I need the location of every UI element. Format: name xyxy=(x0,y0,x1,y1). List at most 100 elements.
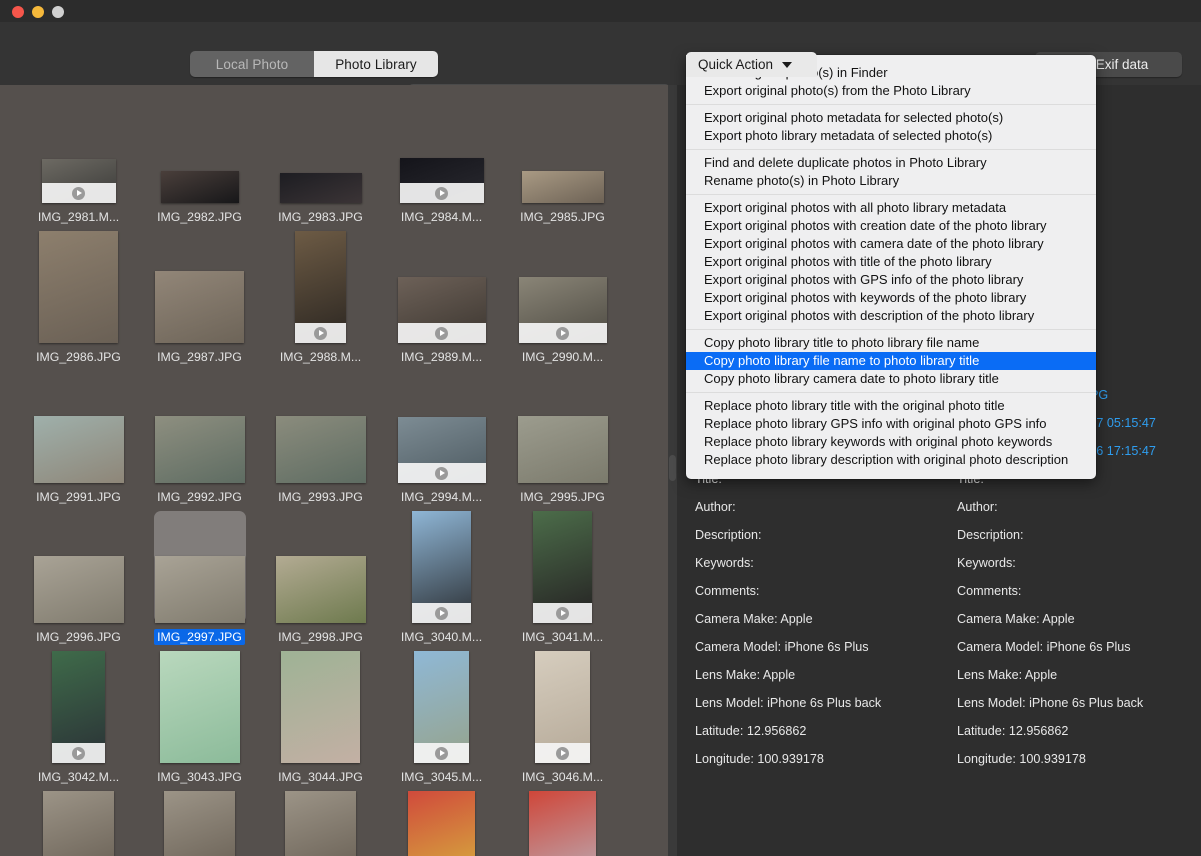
video-badge xyxy=(397,463,486,483)
photo-cell[interactable]: IMG_2982.JPG xyxy=(139,85,260,225)
photo-thumbnail[interactable] xyxy=(408,791,475,856)
video-badge xyxy=(52,743,105,763)
menu-item[interactable]: Export original photos with description … xyxy=(686,307,1096,325)
menu-item[interactable]: Export original photos with keywords of … xyxy=(686,289,1096,307)
photo-cell[interactable]: IMG_3043.JPG xyxy=(139,645,260,785)
photo-cell[interactable]: IMG_2998.JPG xyxy=(260,505,381,645)
photo-thumbnail[interactable] xyxy=(160,171,239,203)
photo-thumbnail-wrapper xyxy=(517,231,609,343)
pane-splitter[interactable] xyxy=(668,85,677,856)
photo-cell[interactable]: IMG_3051.JPG xyxy=(502,785,623,856)
photo-cell[interactable]: IMG_2983.JPG xyxy=(260,85,381,225)
menu-item[interactable]: Export original photos with GPS info of … xyxy=(686,271,1096,289)
photo-thumbnail[interactable] xyxy=(164,791,235,856)
menu-item[interactable]: Replace photo library keywords with orig… xyxy=(686,433,1096,451)
metadata-row: Camera Model: iPhone 6s Plus xyxy=(957,640,1131,654)
photo-cell[interactable]: IMG_2988.M... xyxy=(260,225,381,365)
photo-thumbnail[interactable] xyxy=(518,277,607,343)
photo-cell[interactable]: IMG_3046.M... xyxy=(502,645,623,785)
photo-thumbnail[interactable] xyxy=(275,556,366,623)
photo-thumbnail[interactable] xyxy=(397,277,486,343)
menu-item[interactable]: Replace photo library title with the ori… xyxy=(686,397,1096,415)
photo-cell[interactable]: IMG_3040.M... xyxy=(381,505,502,645)
photo-thumbnail[interactable] xyxy=(521,171,604,203)
photo-cell[interactable]: IMG_3049.JPG xyxy=(260,785,381,856)
quick-action-menu[interactable]: Show original photo(s) in FinderExport o… xyxy=(686,55,1096,479)
photo-filename-label: IMG_2998.JPG xyxy=(278,630,363,644)
photo-thumbnail[interactable] xyxy=(43,791,114,856)
photo-cell[interactable]: IMG_2990.M... xyxy=(502,225,623,365)
quick-action-button[interactable]: Quick Action xyxy=(686,52,817,77)
photo-thumbnail-wrapper xyxy=(275,791,367,856)
photo-cell[interactable]: IMG_3041.M... xyxy=(502,505,623,645)
photo-cell[interactable]: IMG_3044.JPG xyxy=(260,645,381,785)
photo-thumbnail[interactable] xyxy=(159,651,240,763)
photo-cell[interactable]: IMG_2984.M... xyxy=(381,85,502,225)
maximize-window-button[interactable] xyxy=(52,6,64,18)
photo-thumbnail[interactable] xyxy=(535,651,590,763)
photo-grid-pane[interactable]: IMG_2981.M... IMG_2982.JPG IMG_2983.JPG IMG… xyxy=(0,85,668,856)
photo-cell[interactable]: IMG_2995.JPG xyxy=(502,365,623,505)
photo-thumbnail[interactable] xyxy=(412,511,471,623)
photo-cell[interactable]: IMG_2987.JPG xyxy=(139,225,260,365)
photo-thumbnail-wrapper xyxy=(275,231,367,343)
menu-item[interactable]: Copy photo library file name to photo li… xyxy=(686,352,1096,370)
photo-cell-selected[interactable]: IMG_2997.JPG xyxy=(139,505,260,645)
photo-cell[interactable]: IMG_3048.JPG xyxy=(139,785,260,856)
photo-thumbnail[interactable] xyxy=(399,158,484,203)
menu-item[interactable]: Export original photos with camera date … xyxy=(686,235,1096,253)
menu-item[interactable]: Export original photos with title of the… xyxy=(686,253,1096,271)
photo-cell[interactable]: IMG_3047.JPG xyxy=(18,785,139,856)
photo-cell[interactable]: IMG_3050.JPG xyxy=(381,785,502,856)
photo-thumbnail[interactable] xyxy=(285,791,356,856)
menu-item[interactable]: Replace photo library GPS info with orig… xyxy=(686,415,1096,433)
photo-cell[interactable]: IMG_2986.JPG xyxy=(18,225,139,365)
photo-cell[interactable]: IMG_2989.M... xyxy=(381,225,502,365)
menu-item[interactable]: Rename photo(s) in Photo Library xyxy=(686,172,1096,190)
menu-item[interactable]: Export original photo metadata for selec… xyxy=(686,109,1096,127)
photo-filename-label: IMG_2993.JPG xyxy=(278,490,363,504)
photo-thumbnail[interactable] xyxy=(529,791,596,856)
menu-item[interactable]: Replace photo library description with o… xyxy=(686,451,1096,469)
photo-thumbnail[interactable] xyxy=(397,417,486,483)
tab-local-photo[interactable]: Local Photo xyxy=(190,51,314,77)
photo-thumbnail[interactable] xyxy=(155,271,244,343)
photo-thumbnail[interactable] xyxy=(33,416,124,483)
menu-item[interactable]: Export original photos with all photo li… xyxy=(686,199,1096,217)
photo-cell[interactable]: IMG_2991.JPG xyxy=(18,365,139,505)
photo-filename-label: IMG_2988.M... xyxy=(279,350,362,364)
menu-item[interactable]: Find and delete duplicate photos in Phot… xyxy=(686,154,1096,172)
menu-item[interactable]: Copy photo library title to photo librar… xyxy=(686,334,1096,352)
photo-cell[interactable]: IMG_2993.JPG xyxy=(260,365,381,505)
menu-item[interactable]: Copy photo library camera date to photo … xyxy=(686,370,1096,388)
source-segmented-control[interactable]: Local Photo Photo Library xyxy=(190,51,438,77)
photo-cell[interactable]: IMG_2981.M... xyxy=(18,85,139,225)
photo-cell[interactable]: IMG_2985.JPG xyxy=(502,85,623,225)
photo-cell[interactable]: IMG_3045.M... xyxy=(381,645,502,785)
photo-cell[interactable]: IMG_2992.JPG xyxy=(139,365,260,505)
photo-cell[interactable]: IMG_2994.M... xyxy=(381,365,502,505)
photo-thumbnail[interactable] xyxy=(154,556,245,623)
photo-thumbnail[interactable] xyxy=(154,416,245,483)
photo-thumbnail[interactable] xyxy=(279,173,362,203)
photo-cell[interactable]: IMG_2996.JPG xyxy=(18,505,139,645)
photo-cell[interactable]: IMG_3042.M... xyxy=(18,645,139,785)
photo-thumbnail[interactable] xyxy=(33,556,124,623)
photo-thumbnail[interactable] xyxy=(52,651,105,763)
photo-thumbnail-wrapper xyxy=(396,791,488,856)
splitter-handle[interactable] xyxy=(669,455,676,481)
menu-item[interactable]: Export photo library metadata of selecte… xyxy=(686,127,1096,145)
photo-thumbnail[interactable] xyxy=(295,231,346,343)
photo-thumbnail[interactable] xyxy=(39,231,118,343)
close-window-button[interactable] xyxy=(12,6,24,18)
menu-item[interactable]: Export original photos with creation dat… xyxy=(686,217,1096,235)
tab-photo-library[interactable]: Photo Library xyxy=(314,51,438,77)
photo-thumbnail[interactable] xyxy=(533,511,592,623)
photo-thumbnail[interactable] xyxy=(281,651,360,763)
photo-thumbnail[interactable] xyxy=(517,416,608,483)
photo-thumbnail[interactable] xyxy=(414,651,469,763)
menu-item[interactable]: Export original photo(s) from the Photo … xyxy=(686,82,1096,100)
photo-thumbnail[interactable] xyxy=(41,159,116,203)
minimize-window-button[interactable] xyxy=(32,6,44,18)
photo-thumbnail[interactable] xyxy=(275,416,366,483)
